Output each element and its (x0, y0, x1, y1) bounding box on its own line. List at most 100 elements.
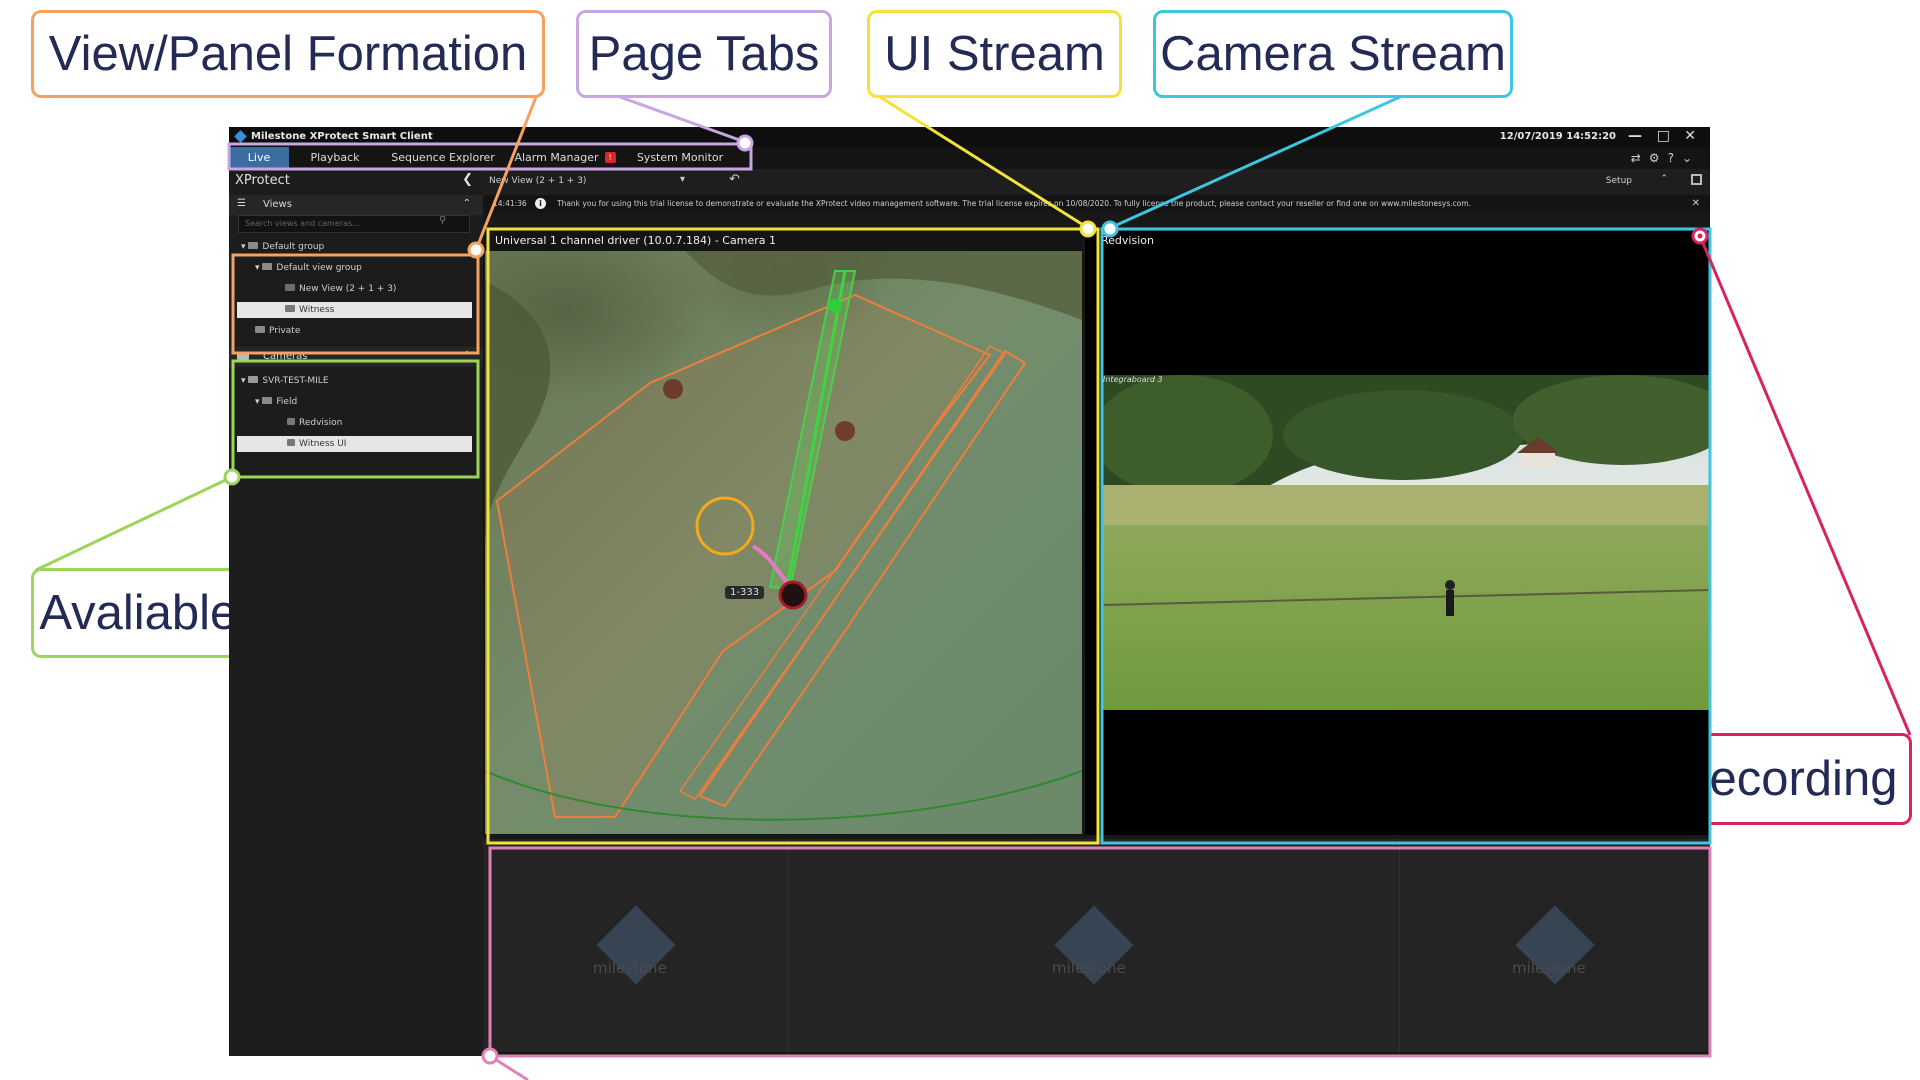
tree-item-label: Witness UI (299, 439, 347, 449)
bottom-panel-connector (489, 1054, 529, 1080)
tree-item-new-view[interactable]: New View (2 + 1 + 3) (285, 281, 396, 297)
tab-playback[interactable]: Playback (289, 147, 381, 169)
tab-label: Sequence Explorer (391, 151, 495, 164)
view-selector[interactable]: New View (2 + 1 + 3) (489, 176, 586, 186)
alarm-badge: ! (604, 152, 616, 163)
tree-item-label: New View (2 + 1 + 3) (299, 284, 397, 294)
smart-client-window: Milestone XProtect Smart Client 12/07/20… (229, 127, 1710, 1056)
camera-pane-title: Redvision (1101, 234, 1154, 247)
info-icon: i (535, 198, 546, 209)
callout-ui-stream: UI Stream (867, 10, 1122, 98)
folder-icon (248, 242, 259, 249)
help-icon[interactable]: ? (1668, 151, 1682, 165)
tree-item-default-view-group[interactable]: ▾ Default view group (255, 260, 362, 276)
bottom-panel: milestone milestone milestone (483, 839, 1710, 1052)
minimize-icon[interactable]: — (1628, 128, 1642, 144)
dismiss-icon[interactable]: ✕ (1692, 195, 1700, 213)
tree-item-default-group[interactable]: ▾ Default group (241, 239, 324, 255)
views-label: Views (263, 199, 292, 210)
tab-label: System Monitor (636, 151, 724, 164)
cameras-section-header[interactable]: Cameras ⌃ (229, 347, 483, 367)
empty-pane[interactable]: milestone (788, 839, 1400, 1052)
menu-icon: ☰ (237, 198, 246, 209)
views-section-header[interactable]: ☰ Views ⌃ (229, 195, 483, 215)
tab-label: Alarm Manager (514, 151, 599, 164)
folder-icon (255, 326, 265, 333)
tab-label: Playback (310, 151, 360, 164)
callout-view-panel-formation: View/Panel Formation (31, 10, 545, 98)
camera-overlay-label: Integraboard 3 (1103, 375, 1163, 384)
tab-alarm-manager[interactable]: Alarm Manager! (505, 147, 625, 169)
close-icon[interactable]: ✕ (1684, 128, 1696, 144)
view-toolbar: New View (2 + 1 + 3) ▾ ↶ Setup ⌃ (483, 169, 1710, 195)
page-tabs: Live Playback Sequence Explorer Alarm Ma… (229, 147, 1710, 169)
folder-icon (262, 263, 273, 270)
info-message: Thank you for using this trial license t… (557, 199, 1472, 208)
map-view[interactable]: 1-333 (485, 251, 1082, 834)
milestone-placeholder: milestone (1052, 959, 1126, 977)
app-logo-icon (234, 130, 247, 143)
datetime: 12/07/2019 14:52:20 (1499, 131, 1616, 142)
tree-item-witness[interactable]: Witness (237, 302, 472, 318)
tab-live[interactable]: Live (229, 147, 289, 169)
tree-item-label: Default view group (276, 263, 362, 273)
gear-icon[interactable]: ⚙ (1649, 151, 1668, 165)
tree-item-redvision[interactable]: Redvision (287, 415, 342, 431)
camera-icon (287, 439, 295, 446)
transfer-icon[interactable]: ⇄ (1631, 151, 1649, 165)
chevron-up-icon[interactable]: ⌃ (463, 198, 471, 209)
tab-bar-icons: ⇄⚙?⌄ (1631, 151, 1700, 165)
map-overlay (485, 251, 1082, 834)
search-icon[interactable]: ⚲ (439, 215, 446, 226)
camera-scene (1103, 375, 1710, 710)
tree-item-field[interactable]: ▾ Field (255, 394, 297, 410)
tree-item-label: SVR-TEST-MILE (262, 376, 329, 386)
map-pane-title: Universal 1 channel driver (10.0.7.184) … (495, 234, 776, 247)
folder-icon (262, 397, 273, 404)
chevron-up-icon[interactable]: ⌃ (1660, 174, 1668, 184)
tab-sequence-explorer[interactable]: Sequence Explorer (381, 147, 505, 169)
camera-video[interactable]: Integraboard 3 (1103, 375, 1710, 710)
cameras-label: Cameras (263, 351, 308, 362)
tree-item-witness-ui[interactable]: Witness UI (237, 436, 472, 452)
callout-page-tabs: Page Tabs (576, 10, 832, 98)
collapse-sidebar-icon[interactable]: ❮ (462, 172, 473, 187)
fullscreen-icon[interactable] (1691, 174, 1702, 185)
tree-item-label: Default group (262, 242, 325, 252)
maximize-icon[interactable]: □ (1657, 128, 1670, 144)
tree-item-label: Witness (299, 305, 335, 315)
tree-item-label: Field (276, 397, 298, 407)
view-icon (285, 284, 295, 291)
setup-button[interactable]: Setup (1606, 176, 1632, 186)
tree-item-server[interactable]: ▾ SVR-TEST-MILE (241, 373, 329, 389)
tab-system-monitor[interactable]: System Monitor (625, 147, 735, 169)
empty-pane[interactable]: milestone (1400, 839, 1710, 1052)
chevron-up-icon[interactable]: ⌃ (463, 350, 471, 361)
sidebar-title: XProtect (235, 173, 290, 188)
callout-camera-stream: Camera Stream (1153, 10, 1513, 98)
undo-icon[interactable]: ↶ (729, 172, 740, 187)
camera-icon (237, 352, 249, 360)
sidebar-header: XProtect ❮ (229, 169, 483, 193)
milestone-placeholder: milestone (593, 959, 667, 977)
tree-item-label: Private (269, 326, 301, 336)
window-title: Milestone XProtect Smart Client (251, 131, 433, 142)
empty-pane[interactable]: milestone (483, 839, 788, 1052)
map-marker-label: 1-333 (725, 586, 765, 599)
chevron-down-icon[interactable]: ▾ (680, 174, 685, 185)
license-info-bar: 14:41:36 i Thank you for using this tria… (483, 195, 1710, 213)
cameras-connector (35, 475, 233, 572)
tree-item-private[interactable]: Private (255, 323, 300, 339)
view-icon (285, 305, 295, 312)
info-time: 14:41:36 (493, 199, 527, 208)
recording-connector (1698, 235, 1912, 736)
camera-icon (287, 418, 295, 425)
tab-label: Live (247, 151, 271, 164)
server-icon (248, 376, 259, 383)
chevron-down-icon[interactable]: ⌄ (1682, 151, 1700, 165)
tree-item-label: Redvision (299, 418, 343, 428)
title-bar: Milestone XProtect Smart Client 12/07/20… (229, 127, 1710, 147)
search-input[interactable]: Search views and cameras... (238, 215, 470, 233)
sidebar: XProtect ❮ ☰ Views ⌃ Search views and ca… (229, 169, 483, 1056)
milestone-placeholder: milestone (1512, 959, 1586, 977)
